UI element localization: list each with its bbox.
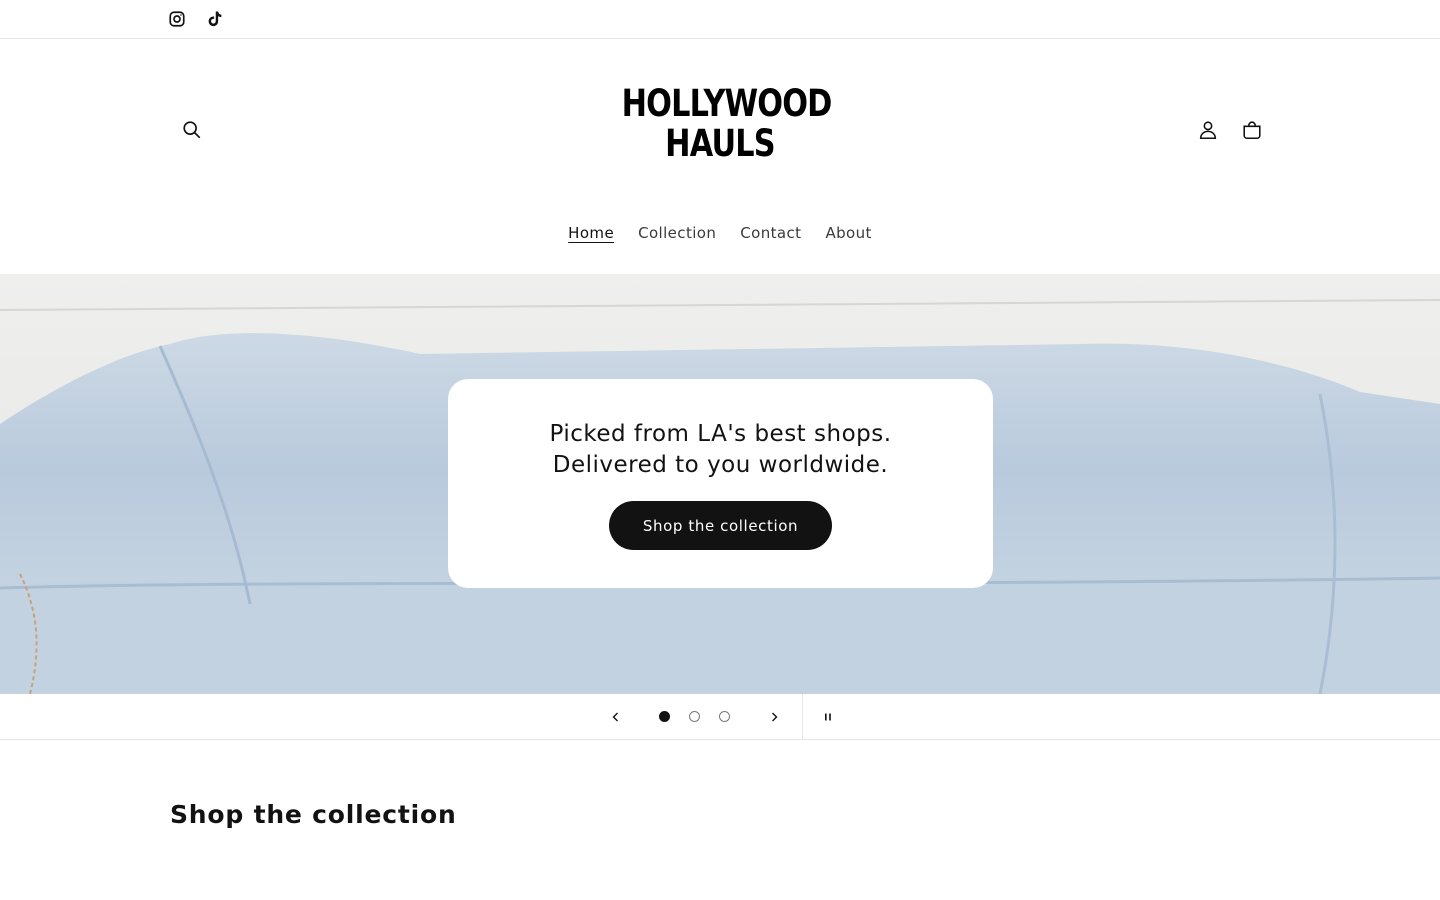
slide-dot-3[interactable] <box>719 711 730 722</box>
nav-item-collection[interactable]: Collection <box>638 220 716 248</box>
hero-heading-line-2: Delivered to you worldwide. <box>552 452 889 478</box>
chevron-right-icon[interactable] <box>760 703 788 731</box>
hero-text-card: Picked from LA's best shops. Delivered t… <box>448 379 993 588</box>
nav-item-about[interactable]: About <box>825 220 871 248</box>
account-icon[interactable] <box>1190 112 1226 148</box>
cart-icon[interactable] <box>1234 112 1270 148</box>
chevron-left-icon[interactable] <box>602 703 630 731</box>
controls-divider <box>802 694 803 740</box>
slideshow-controls <box>0 694 1440 740</box>
social-bar <box>0 0 1440 39</box>
hero-heading-line-1: Picked from LA's best shops. <box>549 421 892 447</box>
hero-slideshow: Picked from LA's best shops. Delivered t… <box>0 274 1440 694</box>
slide-dot-1[interactable] <box>659 711 670 722</box>
collection-section-title: Shop the collection <box>170 800 457 829</box>
instagram-icon[interactable] <box>166 8 188 30</box>
logo-line-2: HAULS <box>665 122 775 165</box>
search-icon[interactable] <box>174 112 210 148</box>
nav-item-contact[interactable]: Contact <box>740 220 801 248</box>
slide-dot-2[interactable] <box>689 711 700 722</box>
tiktok-icon[interactable] <box>204 8 226 30</box>
pause-icon[interactable] <box>814 703 842 731</box>
store-logo[interactable]: HOLLYWOOD HAULS <box>621 82 833 165</box>
nav-item-home[interactable]: Home <box>568 220 614 248</box>
main-nav: Home Collection Contact About <box>0 220 1440 248</box>
logo-line-1: HOLLYWOOD <box>621 82 833 125</box>
shop-collection-button[interactable]: Shop the collection <box>610 502 831 549</box>
